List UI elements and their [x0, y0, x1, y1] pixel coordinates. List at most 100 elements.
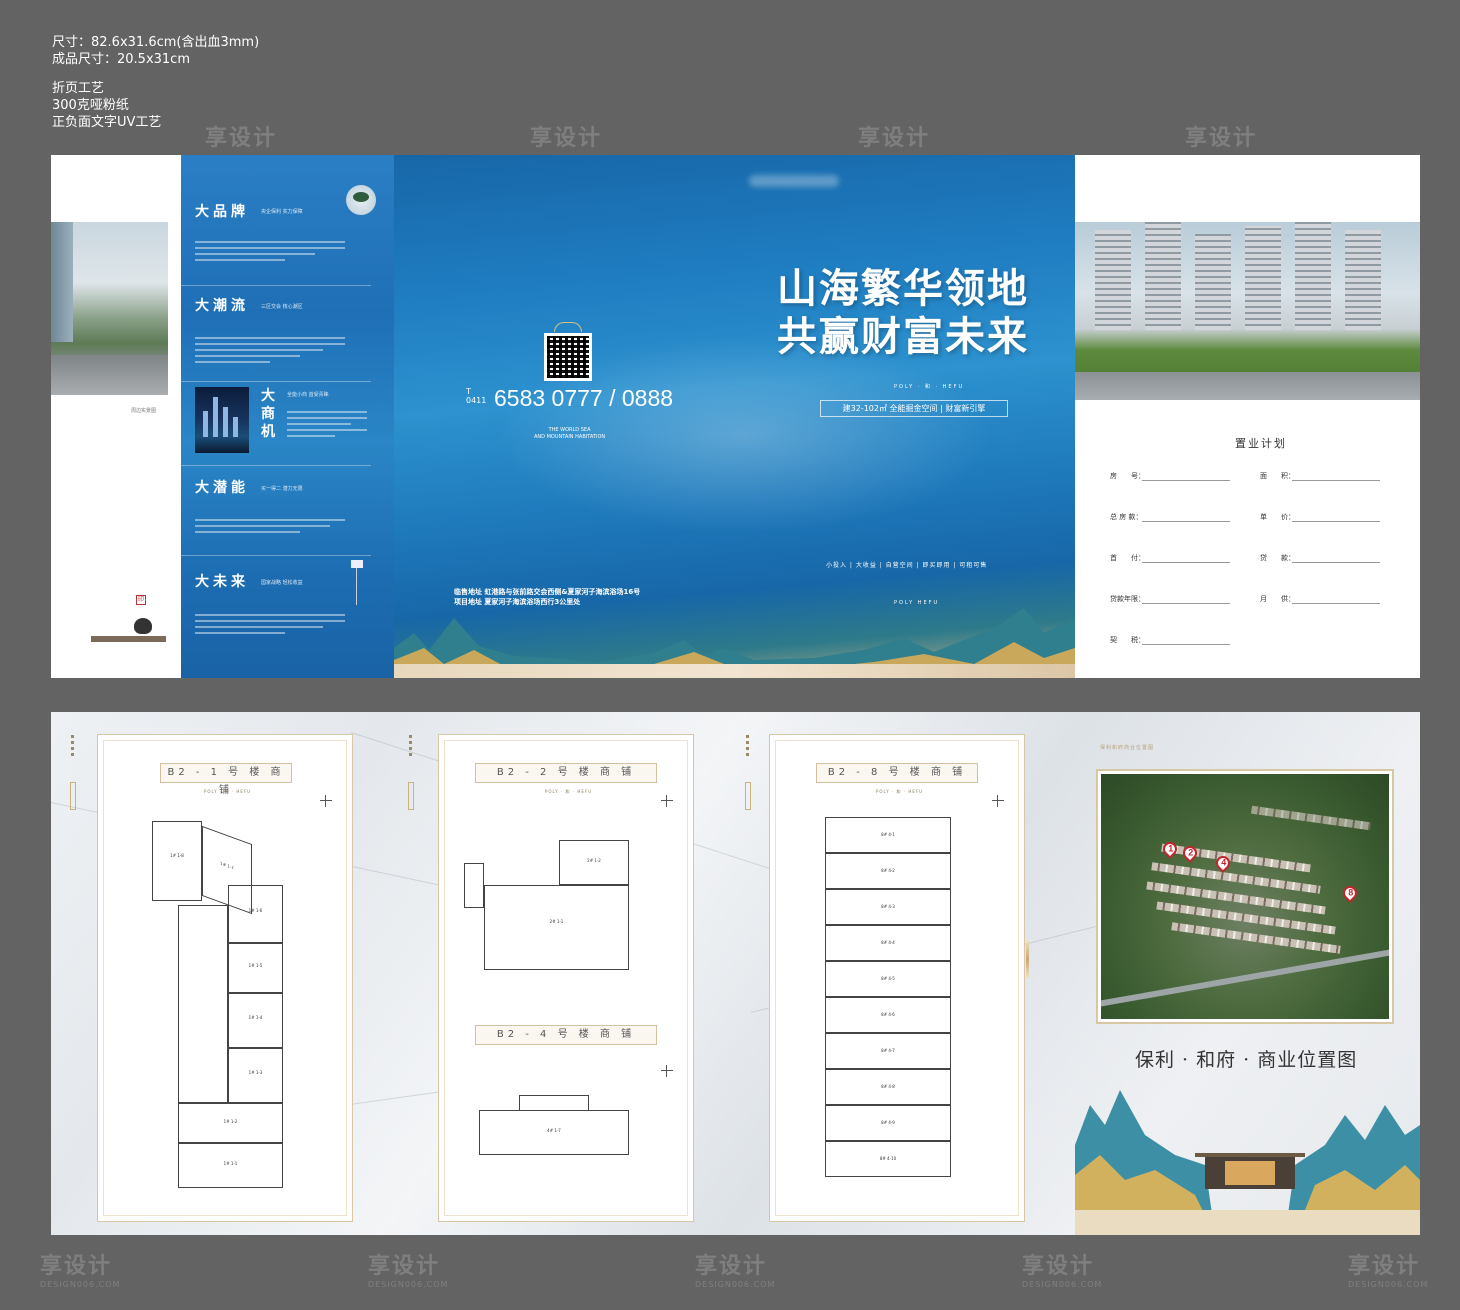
- unit-room: 8# 4-4: [825, 925, 951, 961]
- divider: [181, 285, 371, 286]
- unit-label: 2# 1-2: [587, 858, 601, 864]
- selling-points-panel: 大品牌 央企保利 实力保障 大潮流 三区交会 核心潮区 大商机 全能小商 首受青…: [181, 155, 394, 678]
- map-pin[interactable]: 1: [1160, 839, 1180, 859]
- unit-room: 8# 4-2: [825, 853, 951, 889]
- purchase-plan-panel: 置业计划 房 号： 面 积： 总 房 款： 单 价： 首 付： 贷 款： 贷款年…: [1075, 155, 1420, 678]
- english-tagline: THE WORLD SEA AND MOUNTAIN HABITATION: [534, 427, 606, 440]
- unit-label: 1# 1-8: [170, 853, 184, 859]
- brand-logo: POLY · 和 · HEFU: [894, 384, 965, 390]
- left-street-photo: [51, 222, 168, 395]
- watermark: 享设计: [205, 126, 278, 151]
- unit-label: 8# 4-3: [881, 903, 895, 909]
- lamp-icon: [351, 560, 364, 605]
- section-subtitle: 央企保利 实力保障: [261, 209, 303, 215]
- unit-label: 8# 4-2: [881, 867, 895, 873]
- section-title: 大潮流: [195, 298, 249, 314]
- unit-room: [519, 1095, 589, 1110]
- bonsai-icon: [346, 185, 376, 215]
- section-title: 大商机: [261, 388, 279, 440]
- unit-room: 8# 4-5: [825, 961, 951, 997]
- unit-label: 8# 4-8: [881, 1083, 895, 1089]
- section-title: 大品牌: [195, 204, 249, 220]
- unit-room: 8# 4-1: [825, 817, 951, 853]
- section-body: [195, 237, 345, 265]
- watermark: 享设计: [1185, 126, 1258, 151]
- field-label: 房 号：: [1110, 472, 1145, 480]
- feature-list: 小投入 | 大收益 | 自营空间 | 即买即用 | 可租可售: [826, 562, 988, 569]
- unit-label: 8# 4-10: [879, 1155, 897, 1161]
- floorplan-title: B2 - 2 号 楼 商 铺: [475, 763, 657, 783]
- field-room-no[interactable]: 房 号：: [1110, 471, 1230, 481]
- purchase-plan-title: 置业计划: [1235, 437, 1287, 450]
- field-loan[interactable]: 贷 款：: [1260, 553, 1380, 563]
- cover-panel: T 0411 6583 0777 / 0888 THE WORLD SEA AN…: [394, 155, 1075, 678]
- side-tab: [744, 732, 752, 759]
- unit-room: 1# 1-5: [228, 943, 283, 993]
- section-trend: 大潮流: [195, 295, 249, 315]
- red-seal-icon: 印: [136, 595, 146, 605]
- unit-label: 1# 1-1: [223, 1161, 238, 1167]
- unit-label: 2# 1-1: [549, 919, 564, 925]
- floorplan-sheet-b2-8: B2 - 8 号 楼 商 铺 POLY · 和 · HEFU 8# 4-1 8#…: [769, 734, 1025, 1222]
- unit-label: 8# 4-6: [881, 1011, 895, 1017]
- fold-divider: [1026, 940, 1029, 978]
- tea-set-illustration: [91, 600, 171, 660]
- field-label: 贷 款：: [1260, 554, 1295, 562]
- cover-headline: 山海繁华领地 共赢财富未来: [777, 265, 1029, 361]
- outer-spread: 周边实景图 印 大品牌 央企保利 实力保障 大潮流 三区交会 核心潮区 大商机 …: [51, 155, 1420, 678]
- unit-label: 4# 1-7: [547, 1128, 561, 1134]
- unit-room: 1# 1-2: [178, 1103, 283, 1143]
- unit-room: 1# 1-6: [228, 885, 283, 943]
- gold-band: [394, 664, 1075, 678]
- section-potential: 大潜能: [195, 477, 249, 497]
- divider: [181, 381, 371, 382]
- qr-code[interactable]: [544, 333, 592, 381]
- spec-process: 折页工艺: [52, 81, 105, 96]
- map-pin[interactable]: 8: [1340, 883, 1360, 903]
- unit-label: 1# 1-3: [248, 1070, 263, 1076]
- section-subtitle: 买一得二 潜力无限: [261, 486, 303, 492]
- field-total-price[interactable]: 总 房 款：: [1110, 512, 1230, 522]
- unit-room: 8# 4-6: [825, 997, 951, 1033]
- section-future: 大未来: [195, 571, 249, 591]
- field-monthly-payment[interactable]: 月 供：: [1260, 594, 1380, 604]
- unit-room: 1# 1-4: [228, 993, 283, 1048]
- unit-room: 4# 1-7: [479, 1110, 629, 1155]
- side-ornament: [70, 782, 76, 810]
- unit-label: 1# 1-6: [248, 908, 263, 914]
- unit-room: 8# 4-9: [825, 1105, 951, 1141]
- unit-label: 8# 4-5: [881, 975, 895, 981]
- divider: [181, 555, 371, 556]
- sales-phone: 6583 0777 / 0888: [494, 385, 674, 411]
- compass-icon: [661, 795, 673, 807]
- unit-room: [178, 905, 228, 1103]
- field-label: 首 付：: [1110, 554, 1145, 562]
- unit-room: 8# 4-8: [825, 1069, 951, 1105]
- floorplan-sheet-b2-1: B2 - 1 号 楼 商 铺 POLY · 和 · HEFU 1# 1-8 1#…: [97, 734, 353, 1222]
- section-body: [195, 610, 345, 638]
- building-photo: [1075, 222, 1420, 400]
- field-area[interactable]: 面 积：: [1260, 471, 1380, 481]
- field-down-payment[interactable]: 首 付：: [1110, 553, 1230, 563]
- section-business: 大商机: [261, 387, 275, 441]
- watermark: 享设计: [858, 126, 931, 151]
- watermark: 享设计 DESIGN006.COM: [368, 1254, 449, 1289]
- mountain-illustration: [394, 608, 1075, 678]
- unit-room: 2# 1-1: [484, 885, 629, 970]
- side-ornament: [408, 782, 414, 810]
- field-loan-term[interactable]: 贷款年限：: [1110, 594, 1230, 604]
- unit-room: [464, 863, 484, 908]
- photo-caption: 周边实景图: [131, 408, 157, 414]
- spec-notes: 尺寸：82.6x31.6cm(含出血3mm) 成品尺寸：20.5x31cm 折页…: [52, 34, 259, 131]
- section-body: [195, 333, 345, 367]
- blurred-logo: [749, 175, 839, 187]
- tel-prefix: T 0411: [466, 387, 487, 405]
- unit-label: 1# 1-2: [223, 1119, 238, 1125]
- field-label: 单 价：: [1260, 513, 1295, 521]
- aerial-map-frame: 1 2 4 8: [1096, 769, 1394, 1024]
- watermark: 享设计 DESIGN006.COM: [1022, 1254, 1103, 1289]
- field-unit-price[interactable]: 单 价：: [1260, 512, 1380, 522]
- section-body: [195, 515, 345, 537]
- watermark: 享设计 DESIGN006.COM: [1348, 1254, 1429, 1289]
- field-deed-tax[interactable]: 契 税：: [1110, 635, 1230, 645]
